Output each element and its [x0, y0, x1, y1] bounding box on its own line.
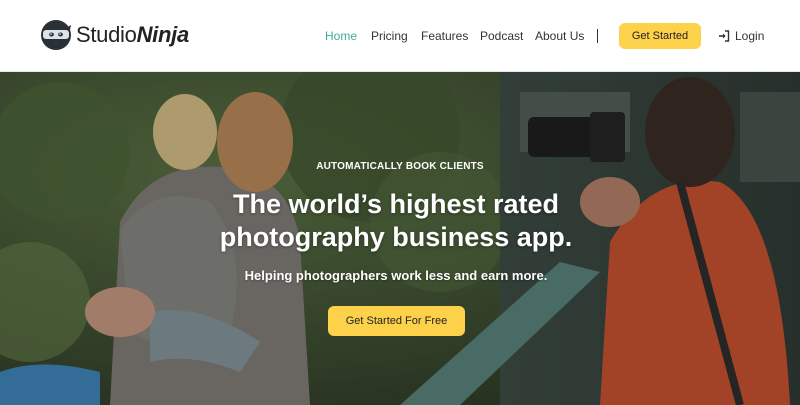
hero-eyebrow: AUTOMATICALLY BOOK CLIENTS: [316, 161, 484, 172]
nav-about-us[interactable]: About Us: [535, 24, 584, 48]
hero-subline: Helping photographers work less and earn…: [244, 268, 548, 283]
login-link[interactable]: Login: [718, 24, 764, 48]
nav-podcast[interactable]: Podcast: [480, 24, 523, 48]
nav-features[interactable]: Features: [421, 24, 468, 48]
ninja-logo-icon: [41, 20, 71, 50]
get-started-free-button[interactable]: Get Started For Free: [328, 306, 465, 336]
brand-name-part1: Studio: [76, 22, 137, 47]
get-started-button[interactable]: Get Started: [619, 23, 701, 49]
brand-name: StudioNinja: [76, 24, 189, 46]
nav-pricing[interactable]: Pricing: [371, 24, 408, 48]
brand-name-part2: Ninja: [136, 22, 190, 47]
hero-headline-line2: photography business app.: [219, 222, 573, 252]
hero-section: AUTOMATICALLY BOOK CLIENTS The world’s h…: [0, 72, 800, 405]
sign-in-icon: [719, 30, 730, 42]
site-header: StudioNinja Home Pricing Features Podcas…: [0, 0, 800, 72]
login-label: Login: [735, 29, 765, 43]
brand-logo[interactable]: StudioNinja: [40, 17, 189, 53]
hero-headline: The world’s highest rated photography bu…: [0, 188, 792, 254]
nav-home[interactable]: Home: [325, 24, 357, 48]
hero-headline-line1: The world’s highest rated: [232, 189, 560, 219]
nav-divider: [597, 29, 598, 43]
